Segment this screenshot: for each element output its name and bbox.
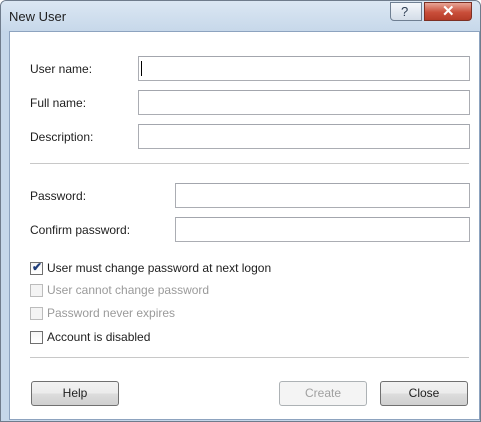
checkbox-box[interactable] xyxy=(30,331,43,344)
separator xyxy=(30,357,469,359)
checkbox-box xyxy=(30,307,43,320)
create-button: Create xyxy=(279,381,367,406)
checkbox-label: Password never expires xyxy=(47,306,176,320)
confirm-password-input[interactable] xyxy=(175,217,470,242)
question-mark-icon: ? xyxy=(401,4,409,19)
description-label: Description: xyxy=(30,130,94,144)
checkbox-label: User must change password at next logon xyxy=(47,261,272,275)
checkmark-icon: ✔ xyxy=(32,260,43,274)
separator xyxy=(30,163,469,165)
password-label: Password: xyxy=(30,189,87,203)
full-name-input[interactable] xyxy=(138,90,470,115)
new-user-dialog: New User ? ✕ User name: Full name: Descr… xyxy=(0,0,481,422)
close-icon: ✕ xyxy=(442,3,455,20)
title-bar[interactable]: New User ? ✕ xyxy=(1,1,480,31)
close-title-button[interactable]: ✕ xyxy=(424,2,472,21)
checkbox-label: User cannot change password xyxy=(47,283,210,297)
text-caret xyxy=(141,61,142,76)
confirm-password-label: Confirm password: xyxy=(30,223,131,237)
close-button[interactable]: Close xyxy=(380,381,468,406)
help-button[interactable]: Help xyxy=(31,381,119,406)
window-title: New User xyxy=(9,9,67,24)
full-name-label: Full name: xyxy=(30,96,87,110)
dialog-body: User name: Full name: Description: Passw… xyxy=(9,31,480,420)
checkbox-box xyxy=(30,284,43,297)
password-input[interactable] xyxy=(175,183,470,208)
checkbox-box[interactable]: ✔ xyxy=(30,260,43,275)
user-name-label: User name: xyxy=(30,62,93,76)
user-name-input[interactable] xyxy=(138,56,470,81)
help-title-button[interactable]: ? xyxy=(390,2,422,21)
description-input[interactable] xyxy=(138,124,470,149)
checkbox-label: Account is disabled xyxy=(47,330,151,344)
